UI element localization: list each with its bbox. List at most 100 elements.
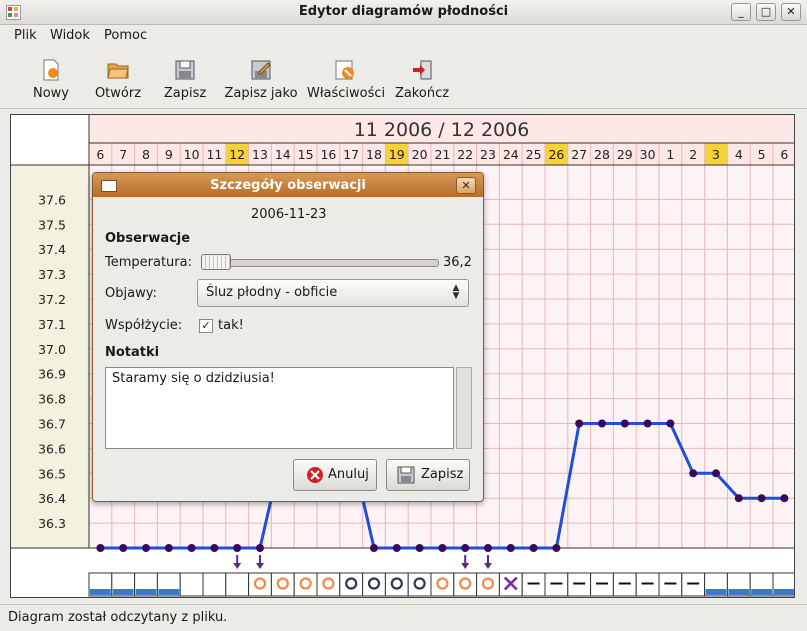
intercourse-arrow [233,555,242,569]
notes-text: Staramy się o dzidziusia! [112,371,275,386]
temperature-point [392,544,401,552]
temperature-value: 36,2 [443,255,472,270]
day-label: 29 [617,147,633,162]
day-label: 8 [142,147,150,162]
menu-widok[interactable]: Widok [50,28,90,43]
observation-details-dialog: Szczegóły obserwacji ✕ 2006-11-23 Obserw… [92,172,484,502]
chart-corner [11,115,89,165]
day-label: 21 [434,147,450,162]
symptom-cell [316,572,341,597]
temperature-point [256,544,264,552]
symptom-cell [430,572,455,597]
dialog-save-icon [397,466,415,484]
cancel-icon [307,467,323,483]
day-label: 27 [571,147,587,162]
menu-pomoc[interactable]: Pomoc [104,28,147,43]
symptoms-select[interactable]: Śluz płodny - obficie ▲ ▼ [197,279,469,307]
symptom-cell [270,572,295,597]
day-label: 18 [366,147,382,162]
symptoms-label: Objawy: [105,286,157,301]
y-tick-label: 36.5 [38,466,66,481]
bleeding-bar [135,589,157,595]
temperature-label: Temperatura: [105,255,192,270]
save-floppy-icon [175,60,195,80]
y-tick-label: 37.1 [38,317,66,332]
y-tick-label: 36.3 [38,516,66,531]
temperature-point [506,544,515,552]
day-label: 22 [457,147,473,162]
temperature-point [529,544,538,552]
temperature-point [552,544,561,552]
day-label: 1 [666,147,674,162]
title-bar: Edytor diagramów płodności _ □ ✕ [0,0,807,25]
temperature-point [484,544,492,552]
temperature-point [666,419,675,428]
day-label: 12 [229,147,245,162]
temperature-slider[interactable] [201,259,439,267]
new-icon [43,59,59,81]
symptom-cell [293,572,318,597]
open-button[interactable]: Otwórz [93,56,143,104]
symptom-cell [362,572,386,597]
day-label: 3 [712,147,720,162]
menu-plik[interactable]: Plik [14,28,37,43]
day-label: 20 [412,147,428,162]
day-label: 9 [165,147,173,162]
day-label: 24 [503,147,519,162]
bleeding-bar [158,589,180,595]
temperature-point [689,469,698,478]
day-label: 14 [275,147,291,162]
temperature-point [598,419,606,428]
intercourse-checkbox[interactable]: ✓ [199,319,213,333]
temperature-point [620,419,629,428]
chart-title: 11 2006 / 12 2006 [354,119,530,141]
symptom-cell [476,572,500,597]
temperature-point [734,494,743,503]
properties-icon [335,60,354,80]
select-arrows-icon: ▲ ▼ [452,283,460,301]
temperature-point [210,544,219,552]
day-label: 5 [758,147,766,162]
symptom-cell [339,572,364,597]
day-label: 15 [298,147,314,162]
maximize-button[interactable]: □ [756,3,776,21]
cancel-button[interactable]: Anuluj [293,459,377,491]
temperature-point [119,544,128,552]
symptom-cell [225,572,250,597]
toolbar: Nowy Otwórz Zapisz Zapisz jako Właściwoś… [0,50,807,109]
new-button[interactable]: Nowy [28,56,74,104]
temperature-point [780,494,789,503]
quit-label: Zakończ [394,86,450,101]
temperature-point [142,544,150,552]
close-window-button[interactable]: ✕ [781,3,801,21]
day-label: 19 [389,147,405,162]
day-label: 6 [780,147,788,162]
temperature-point [233,544,242,552]
symptom-cell [202,572,227,597]
dialog-save-button[interactable]: Zapisz [386,459,470,491]
temperature-slider-handle[interactable] [201,254,231,270]
y-tick-label: 37.6 [38,192,66,207]
status-bar: Diagram został odczytany z pliku. [0,604,807,631]
minimize-button[interactable]: _ [731,3,751,21]
properties-button[interactable]: Właściwości [307,56,385,104]
day-label: 7 [119,147,127,162]
save-as-button[interactable]: Zapisz jako [224,56,298,104]
save-button[interactable]: Zapisz [161,56,209,104]
y-tick-label: 37.4 [38,242,66,257]
cancel-label: Anuluj [328,467,369,482]
notes-scrollbar[interactable] [456,367,472,449]
day-label: 17 [343,147,359,162]
open-label: Otwórz [94,86,142,101]
y-tick-label: 36.9 [38,367,66,382]
notes-textarea[interactable]: Staramy się o dzidziusia! [105,367,454,449]
new-label: Nowy [32,86,69,101]
symptom-cell [453,572,478,597]
y-tick-label: 36.7 [38,417,66,432]
day-label: 23 [480,147,496,162]
quit-button[interactable]: Zakończ [393,56,451,104]
temperature-point [96,544,105,552]
quit-icon [413,60,432,80]
dialog-close-button[interactable]: ✕ [456,177,476,194]
symptom-cell [407,572,432,597]
